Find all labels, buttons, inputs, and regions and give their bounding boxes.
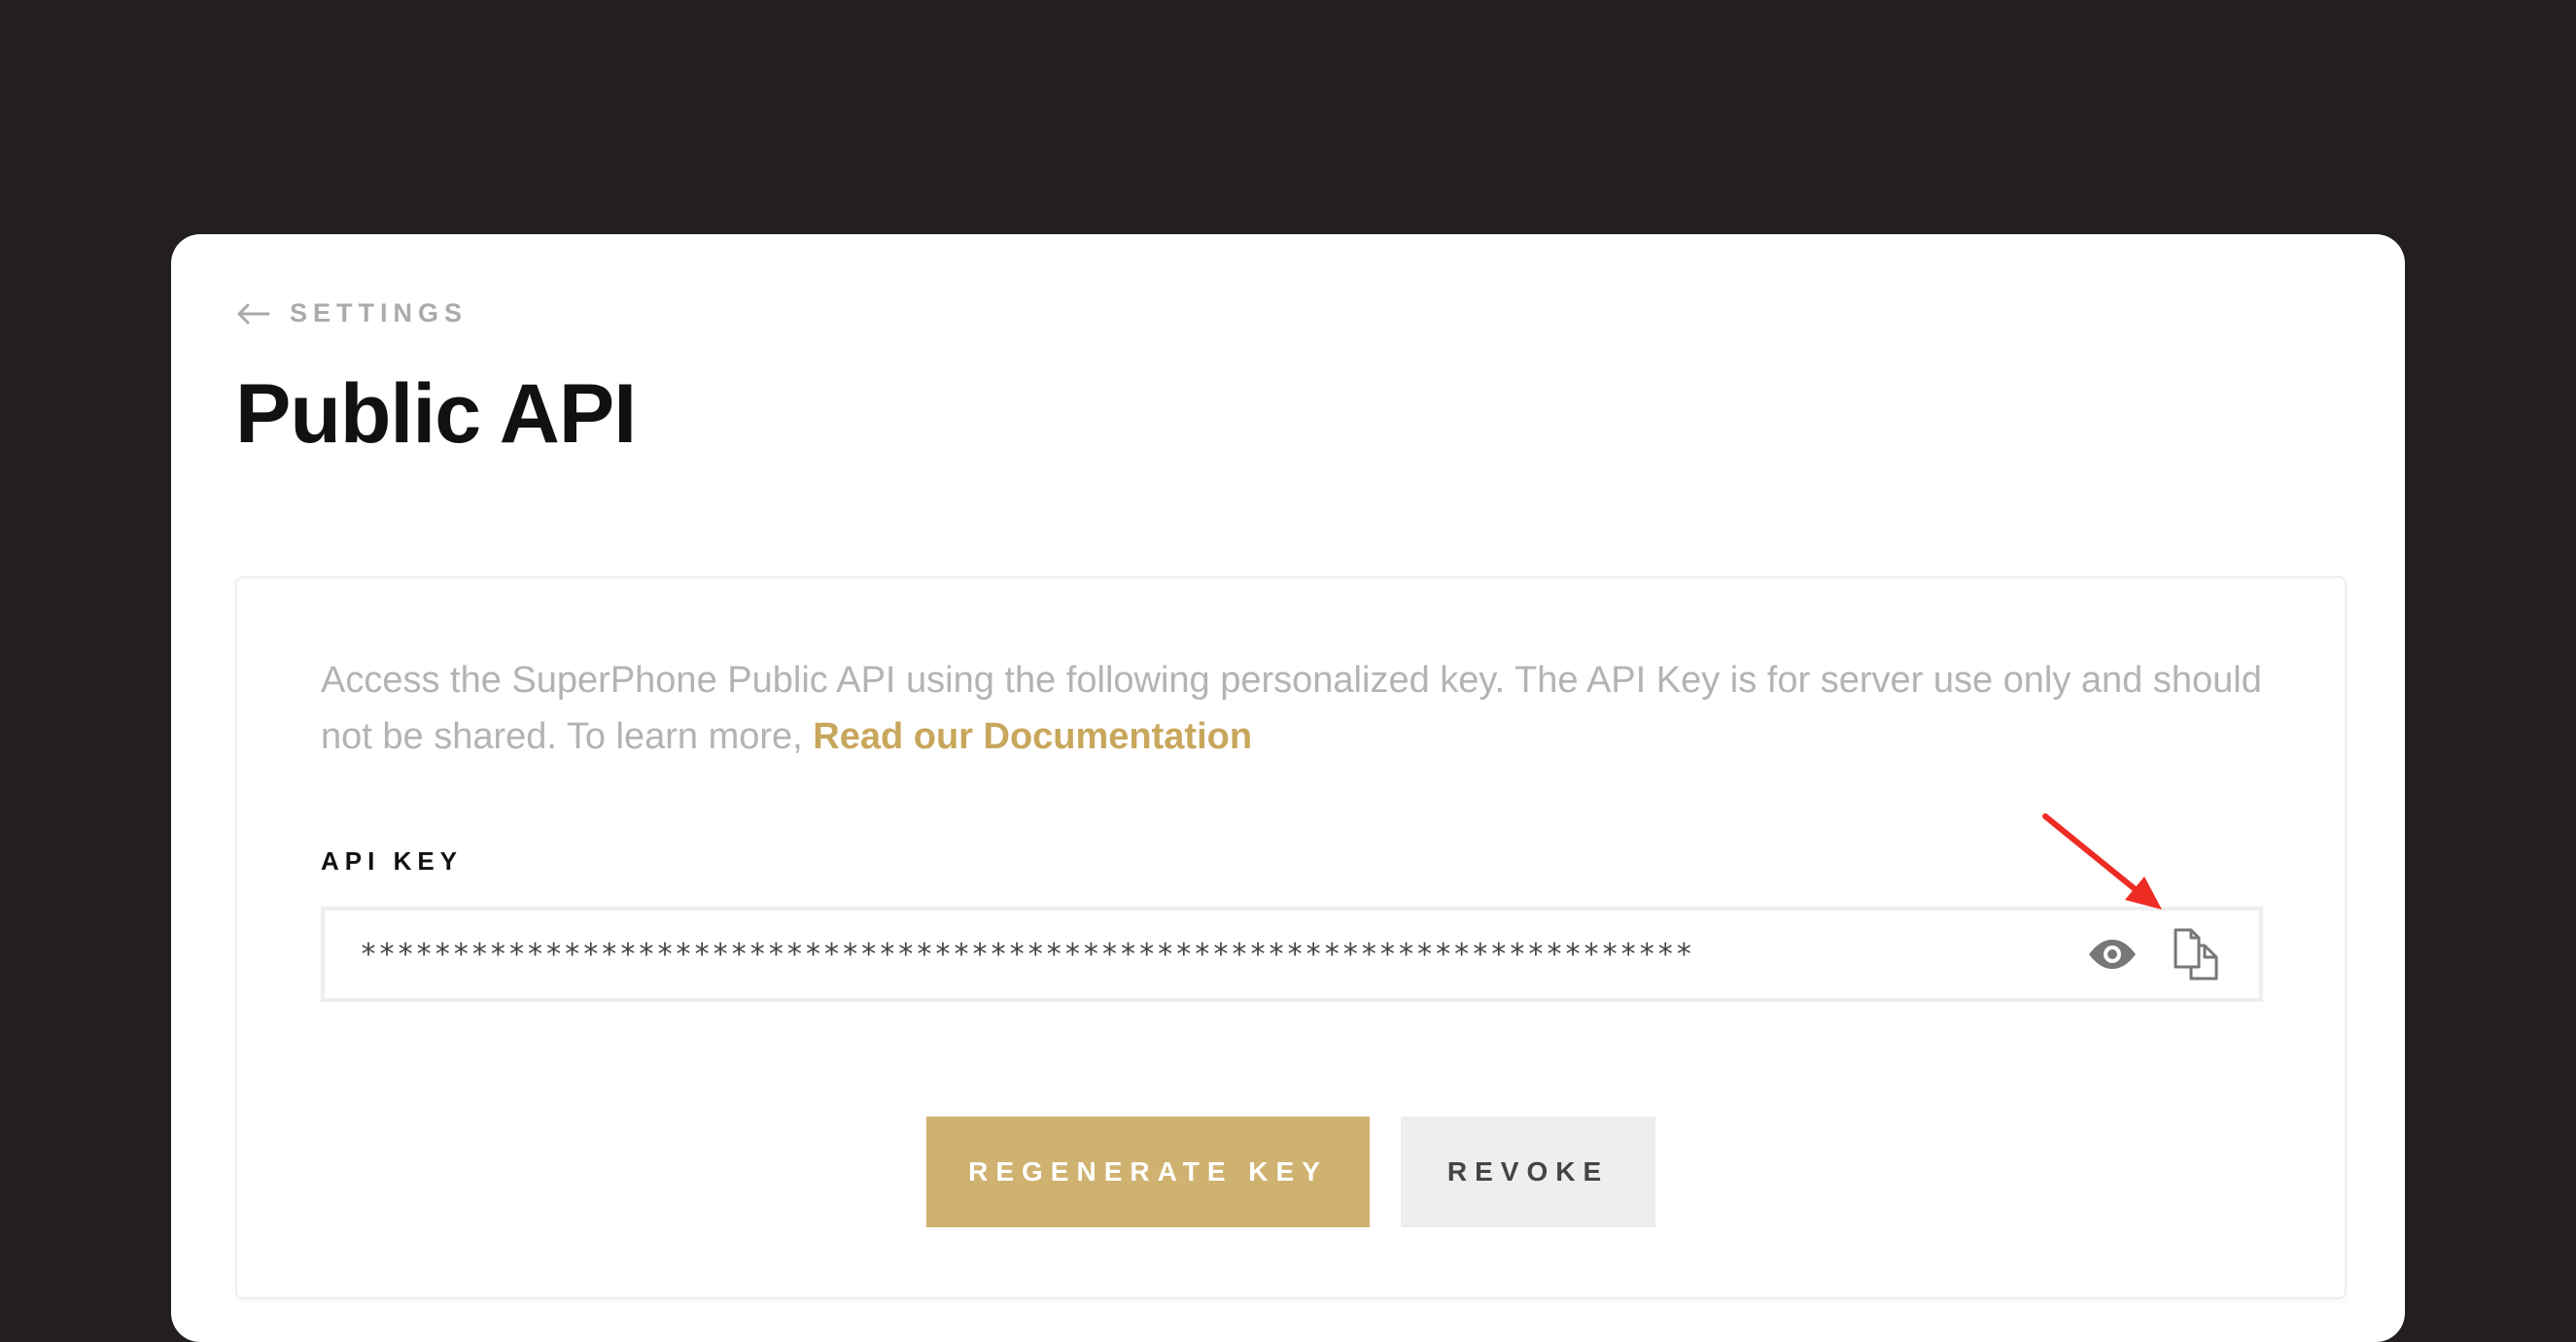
copy-icon[interactable] — [2172, 928, 2220, 981]
settings-card: SETTINGS Public API Access the SuperPhon… — [171, 234, 2405, 1342]
eye-icon[interactable] — [2086, 938, 2139, 971]
api-key-label: API KEY — [321, 846, 464, 876]
revoke-button[interactable]: REVOKE — [1401, 1117, 1655, 1227]
regenerate-key-button[interactable]: REGENERATE KEY — [926, 1117, 1370, 1227]
documentation-link[interactable]: Read our Documentation — [813, 716, 1252, 757]
description-text: Access the SuperPhone Public API using t… — [321, 660, 2262, 757]
api-key-field[interactable]: ****************************************… — [321, 907, 2263, 1002]
api-description: Access the SuperPhone Public API using t… — [321, 652, 2265, 765]
api-key-value[interactable]: ****************************************… — [360, 938, 2086, 972]
back-to-settings-link[interactable]: SETTINGS — [235, 298, 468, 328]
action-buttons: REGENERATE KEY REVOKE — [237, 1117, 2345, 1227]
arrow-left-icon — [235, 302, 270, 326]
api-key-panel: Access the SuperPhone Public API using t… — [235, 576, 2347, 1299]
page-title: Public API — [235, 367, 637, 461]
back-link-label: SETTINGS — [290, 298, 469, 327]
